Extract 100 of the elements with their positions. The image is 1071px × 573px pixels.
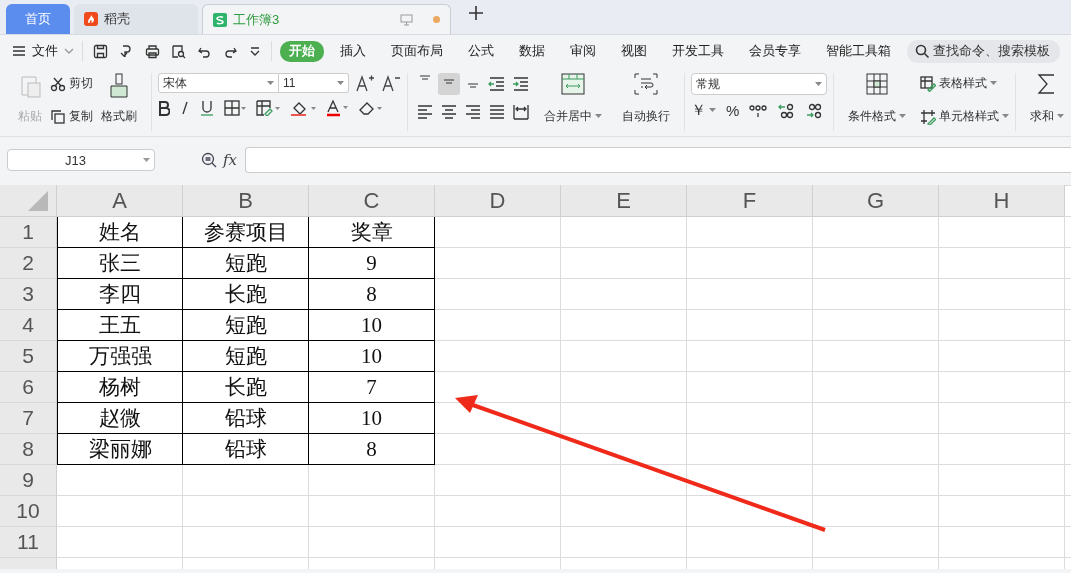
row-header[interactable]: 9 <box>0 465 57 496</box>
font-size-field[interactable]: 11 <box>279 73 349 93</box>
column-header[interactable]: A <box>57 185 183 217</box>
row-header[interactable]: 8 <box>0 434 57 465</box>
caret-icon <box>267 80 274 86</box>
column-header[interactable]: D <box>435 185 561 217</box>
chevron-down-icon[interactable] <box>64 47 74 55</box>
sum-button[interactable]: 求和 <box>1022 73 1071 125</box>
print-icon[interactable] <box>145 43 160 59</box>
table-style-button[interactable]: 表格样式 <box>920 75 997 92</box>
decrease-font-icon[interactable] <box>381 74 401 92</box>
row-header[interactable]: 10 <box>0 496 57 527</box>
row-header[interactable]: 4 <box>0 310 57 341</box>
row-header[interactable]: 7 <box>0 403 57 434</box>
caret-icon <box>899 114 906 119</box>
cut-button[interactable]: 剪切 <box>50 75 93 92</box>
column-header[interactable]: B <box>183 185 309 217</box>
grid-icon <box>866 73 888 95</box>
font-color-icon[interactable] <box>326 99 348 117</box>
row-header[interactable]: 3 <box>0 279 57 310</box>
italic-icon[interactable] <box>180 100 190 116</box>
table-style-icon[interactable] <box>920 75 936 92</box>
decrease-decimal-icon[interactable] <box>805 101 824 120</box>
ribbon-tab[interactable]: 审阅 <box>561 40 605 62</box>
caret-icon <box>143 157 150 163</box>
table-cell: 10 <box>309 341 435 372</box>
row-header[interactable]: 5 <box>0 341 57 372</box>
docer-tab[interactable]: 稻壳 <box>74 4 198 34</box>
cell-style-button[interactable]: 单元格样式 <box>920 108 1009 125</box>
sigma-icon <box>1037 73 1057 95</box>
ribbon-tab[interactable]: 页面布局 <box>382 40 452 62</box>
search-icon[interactable] <box>915 43 930 59</box>
file-menu[interactable]: 文件 <box>12 41 83 61</box>
wrap-text-button[interactable]: 自动换行 <box>614 73 678 125</box>
ribbon-tab[interactable]: 会员专享 <box>740 40 810 62</box>
column-header[interactable]: C <box>309 185 435 217</box>
fill-color-icon[interactable] <box>290 100 316 116</box>
table-cell: 8 <box>309 279 435 310</box>
table-cell: 9 <box>309 248 435 279</box>
table-cell: 赵微 <box>57 403 183 434</box>
caret-icon <box>595 114 602 119</box>
spreadsheet-logo-icon <box>213 12 227 27</box>
wrap-text-icon <box>634 73 658 95</box>
merge-center-button[interactable]: 合并居中 <box>536 73 610 125</box>
column-header[interactable]: H <box>939 185 1065 217</box>
format-painter-button[interactable]: 格式刷 <box>93 73 145 125</box>
borders-icon[interactable] <box>224 100 246 116</box>
function-button[interactable]: fx <box>223 151 237 169</box>
column-header[interactable]: G <box>813 185 939 217</box>
new-tab-icon[interactable] <box>469 6 483 20</box>
row-header[interactable]: 1 <box>0 217 57 248</box>
bold-icon[interactable] <box>158 100 170 116</box>
ribbon-tab[interactable]: 开发工具 <box>663 40 733 62</box>
ribbon-tab[interactable]: 插入 <box>331 40 375 62</box>
currency-button[interactable]: ￥ <box>691 101 716 120</box>
copy-icon[interactable] <box>50 108 66 125</box>
caret-icon <box>990 81 997 86</box>
eraser-icon[interactable] <box>358 100 382 116</box>
percent-button[interactable]: % <box>726 102 740 119</box>
copy-button[interactable]: 复制 <box>50 108 93 125</box>
ribbon-tab[interactable]: 视图 <box>612 40 656 62</box>
table-cell: 短跑 <box>183 248 309 279</box>
increase-decimal-icon[interactable] <box>777 101 796 120</box>
name-box[interactable]: J13 <box>7 149 155 171</box>
unsaved-dot-icon <box>433 16 440 23</box>
flame-logo-icon <box>84 12 98 26</box>
table-cell: 长跑 <box>183 279 309 310</box>
align-icon[interactable] <box>438 73 460 95</box>
font-name-field[interactable]: 宋体 <box>158 73 279 93</box>
underline-icon[interactable] <box>200 99 214 117</box>
fill-pattern-icon[interactable] <box>256 100 280 116</box>
cell-style-icon[interactable] <box>920 108 936 125</box>
table-cell: 铅球 <box>183 403 309 434</box>
row-header[interactable]: 2 <box>0 248 57 279</box>
row-header[interactable]: 6 <box>0 372 57 403</box>
conditional-format-button[interactable]: 条件格式 <box>840 73 914 125</box>
zoom-icon[interactable] <box>201 152 217 168</box>
caret-icon <box>709 108 716 113</box>
caret-icon <box>815 81 822 87</box>
caret-icon <box>1002 114 1009 119</box>
increase-font-icon[interactable] <box>355 74 375 92</box>
print-preview-icon[interactable] <box>171 43 186 59</box>
save-icon[interactable] <box>93 43 108 59</box>
number-format-field[interactable]: 常规 <box>691 73 827 95</box>
menu-icon[interactable] <box>12 45 26 57</box>
ribbon-tab[interactable]: 公式 <box>459 40 503 62</box>
formula-field[interactable] <box>245 147 1071 173</box>
dropdown-icon[interactable] <box>249 45 261 57</box>
ribbon-tab[interactable]: 数据 <box>510 40 554 62</box>
column-header[interactable]: E <box>561 185 687 217</box>
column-header[interactable]: F <box>687 185 813 217</box>
table-cell: 短跑 <box>183 310 309 341</box>
caret-icon <box>337 80 344 86</box>
search-field[interactable]: 查找命令、搜索模板 <box>907 39 1060 63</box>
table-cell: 万强强 <box>57 341 183 372</box>
row-header[interactable]: 11 <box>0 527 57 558</box>
table-cell: 杨树 <box>57 372 183 403</box>
thousands-separator-icon[interactable] <box>749 102 768 119</box>
ribbon-tab[interactable]: 智能工具箱 <box>817 40 900 62</box>
scissors-icon[interactable] <box>50 75 66 92</box>
